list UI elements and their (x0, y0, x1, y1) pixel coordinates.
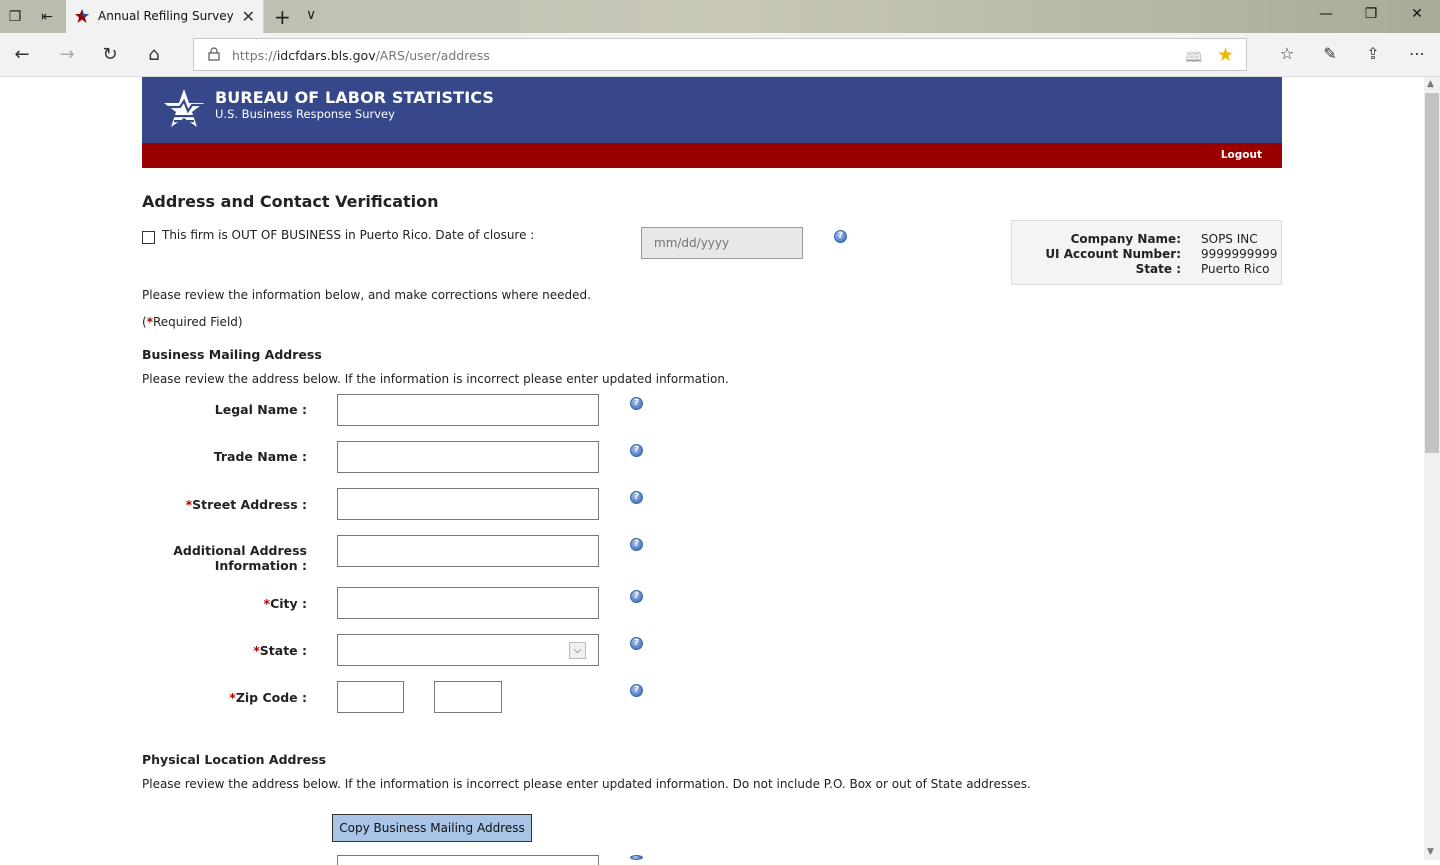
tab-title: Annual Refiling Survey - (98, 9, 233, 23)
nav-strip: Logout (142, 143, 1282, 168)
review-instructions: Please review the information below, and… (142, 288, 591, 302)
trade-name-input[interactable] (337, 441, 599, 473)
street-address-input[interactable] (337, 488, 599, 520)
required-field-note: (*Required Field) (142, 315, 243, 329)
state-select[interactable]: ⌵ (337, 634, 599, 666)
help-icon[interactable]: ? (630, 444, 643, 457)
pen-icon[interactable]: ✎ (1319, 44, 1341, 63)
zip-code-input[interactable] (337, 681, 404, 713)
copy-mailing-address-button[interactable]: Copy Business Mailing Address (332, 814, 532, 842)
bls-star-favicon-icon (75, 9, 89, 23)
share-icon[interactable]: ⇪ (1362, 44, 1384, 63)
agency-title: BUREAU OF LABOR STATISTICS (215, 88, 495, 107)
scroll-thumb[interactable] (1425, 93, 1439, 453)
legal-name-label: Legal Name : (214, 402, 307, 417)
zip-code-label: *Zip Code : (229, 690, 307, 705)
page-scrollbar[interactable]: ▲ ▼ (1424, 77, 1440, 860)
home-icon[interactable]: ⌂ (143, 44, 165, 66)
browser-tab-bar: ❐ ⇤ Annual Refiling Survey - ✕ + ∨ — ❐ ✕ (0, 0, 1440, 33)
physical-address-heading: Physical Location Address (142, 752, 327, 767)
physical-address-instructions: Please review the address below. If the … (142, 777, 1031, 791)
survey-subtitle: U.S. Business Response Survey (215, 107, 395, 121)
chevron-down-icon[interactable]: ∨ (306, 7, 316, 23)
address-bar: ← → ↻ ⌂ https://idcfdars.bls.gov/ARS/use… (0, 33, 1440, 77)
help-icon[interactable] (630, 855, 643, 860)
lock-icon (208, 47, 220, 61)
mailing-address-instructions: Please review the address below. If the … (142, 372, 729, 386)
mailing-address-heading: Business Mailing Address (142, 347, 322, 362)
help-icon[interactable]: ? (630, 491, 643, 504)
forward-icon[interactable]: → (56, 44, 78, 66)
page-title: Address and Contact Verification (142, 192, 439, 211)
state-select-label: *State : (253, 643, 307, 658)
help-icon[interactable]: ? (630, 397, 643, 410)
help-icon[interactable]: ? (630, 684, 643, 697)
restore-icon[interactable]: ❐ (1348, 6, 1394, 22)
zip-extension-input[interactable] (434, 681, 502, 713)
window-close-icon[interactable]: ✕ (1394, 6, 1440, 22)
street-address-label: *Street Address : (185, 497, 307, 512)
favorites-list-icon[interactable]: ☆ (1276, 44, 1298, 63)
closure-date-input[interactable] (641, 227, 803, 259)
physical-legal-name-input[interactable] (337, 855, 599, 865)
city-label: *City : (263, 596, 307, 611)
out-of-business-label: This firm is OUT OF BUSINESS in Puerto R… (162, 228, 535, 242)
help-icon[interactable]: ? (630, 538, 643, 551)
company-info-box: Company Name: SOPS INC UI Account Number… (1011, 220, 1282, 285)
more-icon[interactable]: ⋯ (1406, 44, 1428, 63)
help-icon[interactable]: ? (834, 230, 847, 243)
ui-account-label: UI Account Number: (1045, 247, 1181, 261)
help-icon[interactable]: ? (630, 637, 643, 650)
scroll-down-icon[interactable]: ▼ (1427, 847, 1434, 857)
set-aside-tabs-icon[interactable]: ⇤ (38, 8, 56, 26)
additional-address-input[interactable] (337, 535, 599, 567)
company-name-label: Company Name: (1070, 232, 1181, 246)
back-icon[interactable]: ← (11, 44, 33, 66)
browser-tab-active[interactable]: Annual Refiling Survey - ✕ (66, 0, 264, 33)
city-input[interactable] (337, 587, 599, 619)
url-field[interactable]: https://idcfdars.bls.gov/ARS/user/addres… (193, 38, 1247, 71)
trade-name-label: Trade Name : (213, 449, 307, 464)
legal-name-input[interactable] (337, 394, 599, 426)
company-name-value: SOPS INC (1201, 232, 1258, 246)
tab-actions-icon[interactable]: ❐ (6, 8, 24, 26)
out-of-business-checkbox[interactable] (142, 231, 155, 244)
new-tab-icon[interactable]: + (274, 5, 291, 29)
reading-view-icon[interactable]: 🕮 (1185, 47, 1202, 71)
logout-link[interactable]: Logout (1221, 149, 1262, 161)
bls-banner: BUREAU OF LABOR STATISTICS U.S. Business… (142, 77, 1282, 143)
bls-star-logo-icon (164, 89, 204, 127)
url-text: https://idcfdars.bls.gov/ARS/user/addres… (232, 48, 490, 63)
scroll-up-icon[interactable]: ▲ (1427, 79, 1434, 89)
refresh-icon[interactable]: ↻ (99, 44, 121, 66)
additional-address-label: Additional Address Information : (173, 543, 307, 573)
ui-account-value: 9999999999 (1201, 247, 1278, 261)
chevron-down-icon: ⌵ (569, 642, 586, 659)
state-label: State : (1135, 262, 1181, 276)
minimize-icon[interactable]: — (1303, 6, 1349, 22)
favorite-star-icon[interactable]: ★ (1217, 44, 1234, 66)
help-icon[interactable]: ? (630, 590, 643, 603)
tab-close-icon[interactable]: ✕ (242, 7, 255, 26)
state-value: Puerto Rico (1201, 262, 1270, 276)
